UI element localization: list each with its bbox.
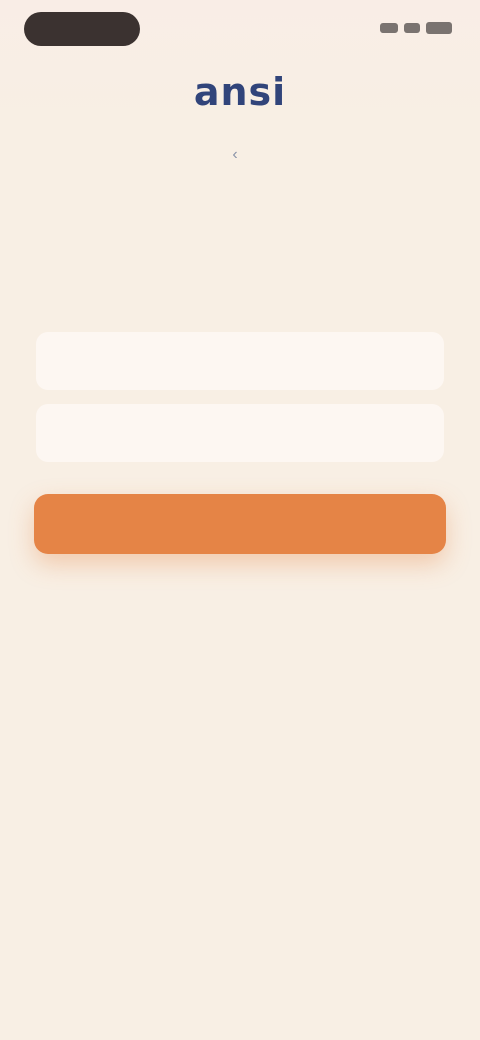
login-screen: ansi ‹ — [0, 0, 480, 1040]
chevron-left-icon[interactable]: ‹ — [232, 146, 237, 164]
submit-button[interactable] — [34, 494, 446, 554]
battery-icon — [426, 22, 452, 34]
status-icons — [380, 22, 452, 34]
input-field-1[interactable] — [36, 332, 444, 390]
input-field-2[interactable] — [36, 404, 444, 462]
first-input[interactable] — [54, 351, 426, 371]
status-bar — [0, 0, 480, 60]
subtitle-row: ‹ — [40, 144, 440, 166]
app-logo: ansi — [193, 70, 287, 114]
second-input[interactable] — [54, 423, 426, 443]
dynamic-island — [24, 12, 140, 46]
wifi-icon — [404, 23, 420, 33]
cellular-signal-icon — [380, 23, 398, 33]
